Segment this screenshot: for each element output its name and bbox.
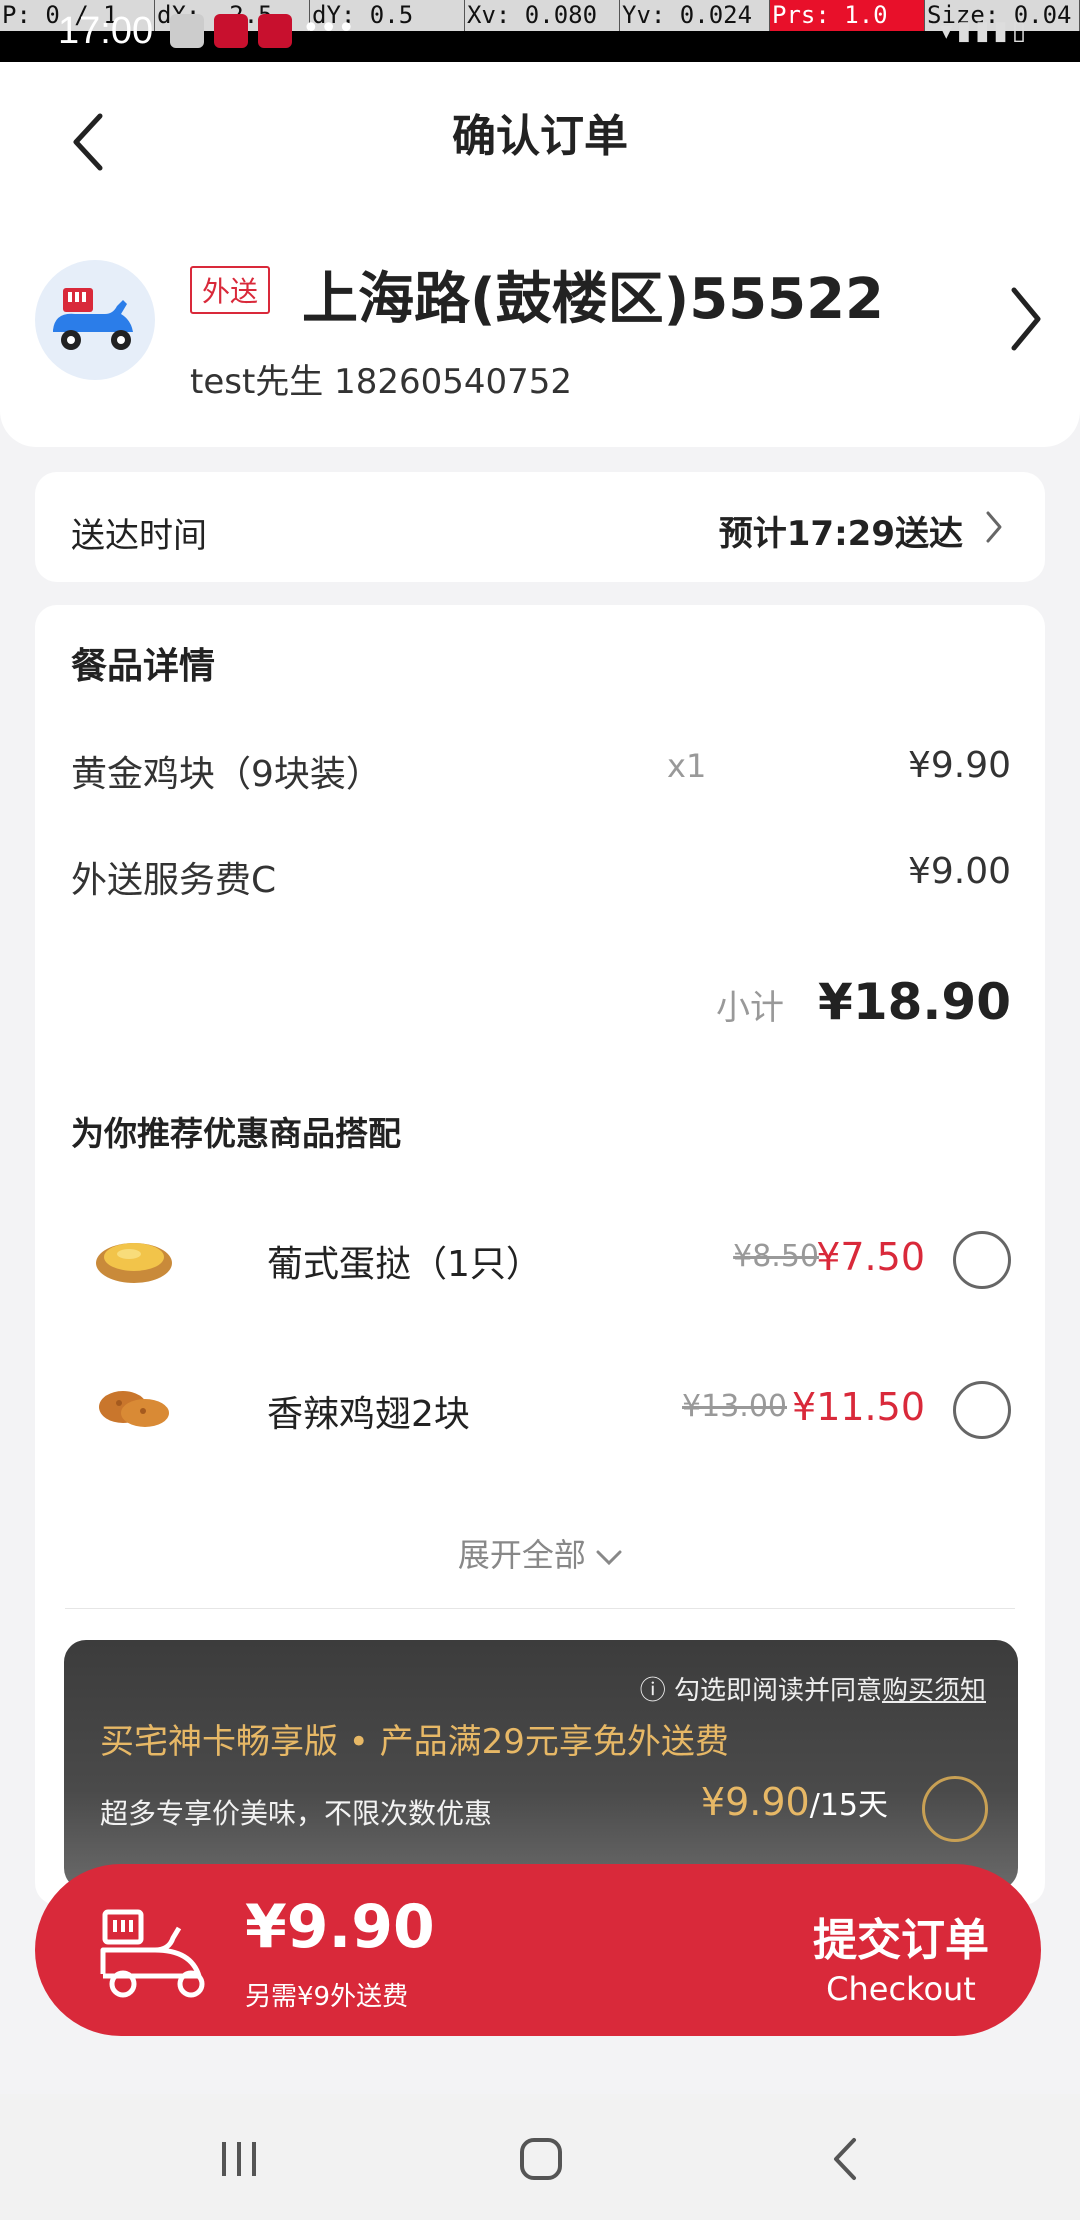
checkout-amount: ¥9.90 <box>245 1892 435 1962</box>
pointer-debug-overlay: P: 0 / 1 dX: -2.5 dY: 0.5 Xv: 0.080 Yv: … <box>0 0 1080 31</box>
back-nav-icon[interactable] <box>820 2134 870 2184</box>
delivery-scooter-avatar <box>35 260 155 380</box>
recommend-title: 为你推荐优惠商品搭配 <box>71 1114 401 1153</box>
membership-price: ¥9.90/15天 <box>701 1780 888 1824</box>
submit-order-label: 提交订单 <box>813 1915 989 1966</box>
chicken-wings-image <box>99 1391 169 1427</box>
submit-order-label-en: Checkout <box>826 1970 976 2008</box>
membership-period: /15天 <box>809 1788 888 1823</box>
divider <box>65 1608 1015 1609</box>
checkout-delivery-fee-note: 另需¥9外送费 <box>245 1982 409 2012</box>
recent-apps-icon[interactable] <box>214 2134 264 2184</box>
item-qty: x1 <box>667 747 707 785</box>
delivery-time-row[interactable]: 送达时间 预计17:29送达 <box>35 472 1045 582</box>
item-price: ¥9.00 <box>907 851 1011 892</box>
recommend-item[interactable]: 香辣鸡翅2块 ¥13.00 ¥11.50 <box>71 1355 1011 1465</box>
chevron-down-icon <box>596 1550 622 1566</box>
debug-yv: Yv: 0.024 <box>620 0 770 31</box>
info-icon: ⓘ <box>639 1676 666 1706</box>
chevron-right-icon <box>986 511 1002 543</box>
recommend-item[interactable]: 葡式蛋挞（1只） ¥8.50 ¥7.50 <box>71 1205 1011 1315</box>
expand-all-label: 展开全部 <box>457 1536 586 1574</box>
clock: 17:00 <box>58 10 154 52</box>
signal-battery-icon: ▾▮▮▮▯ <box>939 16 1030 46</box>
section-title: 餐品详情 <box>71 646 216 687</box>
recommend-name: 葡式蛋挞（1只） <box>267 1244 542 1285</box>
recommend-new-price: ¥7.50 <box>816 1235 925 1279</box>
membership-banner[interactable]: ⓘ 勾选即阅读并同意购买须知 买宅神卡畅享版 • 产品满29元享免外送费 超多专… <box>64 1640 1018 1890</box>
debug-prs: Prs: 1.0 <box>770 0 925 31</box>
system-nav-bar <box>0 2094 1080 2220</box>
kfc-app-icon <box>214 14 248 48</box>
egg-tart-image <box>96 1243 172 1283</box>
gallery-icon <box>170 14 204 48</box>
checkout-bar: ¥9.90 另需¥9外送费 提交订单 Checkout <box>35 1864 1041 2036</box>
kfc-app-icon <box>258 14 292 48</box>
recommend-old-price: ¥13.00 <box>682 1389 787 1424</box>
item-price: ¥9.90 <box>907 745 1011 786</box>
header-card: 确认订单 外送 上海路(鼓楼区)55522 test先生 18260540752 <box>0 62 1080 447</box>
recommend-name: 香辣鸡翅2块 <box>267 1394 470 1435</box>
scooter-icon <box>53 288 133 350</box>
status-bar: P: 0 / 1 dX: -2.5 dY: 0.5 Xv: 0.080 Yv: … <box>0 0 1080 62</box>
subtotal: 小计 ¥18.90 <box>716 973 1011 1031</box>
chevron-right-icon[interactable] <box>1008 284 1044 354</box>
delivery-address[interactable]: 上海路(鼓楼区)55522 <box>302 254 884 335</box>
delivery-time-label: 送达时间 <box>71 516 207 556</box>
recommend-new-price: ¥11.50 <box>792 1385 925 1429</box>
expand-all-button[interactable]: 展开全部 <box>35 1530 1045 1576</box>
membership-price-value: ¥9.90 <box>700 1780 810 1824</box>
subtotal-value: ¥18.90 <box>818 973 1011 1031</box>
subtotal-label: 小计 <box>716 988 785 1028</box>
recommend-select-radio[interactable] <box>953 1381 1011 1439</box>
home-icon[interactable] <box>516 2134 566 2184</box>
delivery-type-tag: 外送 <box>190 266 271 314</box>
notification-icons: ••• <box>170 14 355 48</box>
membership-subtitle: 超多专享价美味，不限次数优惠 <box>100 1797 493 1830</box>
membership-title: 买宅神卡畅享版 • 产品满29元享免外送费 <box>100 1722 729 1762</box>
delivery-scooter-icon <box>100 1909 205 1998</box>
debug-xv: Xv: 0.080 <box>465 0 620 31</box>
more-notifications-icon: ••• <box>302 11 356 46</box>
delivery-time-value: 预计17:29送达 <box>718 514 963 554</box>
item-name: 外送服务费C <box>71 860 277 901</box>
purchase-terms-link[interactable]: 购买须知 <box>882 1676 986 1706</box>
recommend-select-radio[interactable] <box>953 1231 1011 1289</box>
submit-order-button[interactable]: 提交订单 Checkout <box>813 1904 989 2008</box>
membership-select-radio[interactable] <box>922 1776 988 1842</box>
recommend-old-price: ¥8.50 <box>733 1239 819 1274</box>
item-name: 黄金鸡块（9块装） <box>71 754 382 795</box>
membership-notice[interactable]: ⓘ 勾选即阅读并同意购买须知 <box>640 1670 986 1707</box>
notice-prefix: 勾选即阅读并同意 <box>673 1676 882 1706</box>
page-title: 确认订单 <box>452 111 628 162</box>
contact-info: test先生 18260540752 <box>190 362 573 402</box>
